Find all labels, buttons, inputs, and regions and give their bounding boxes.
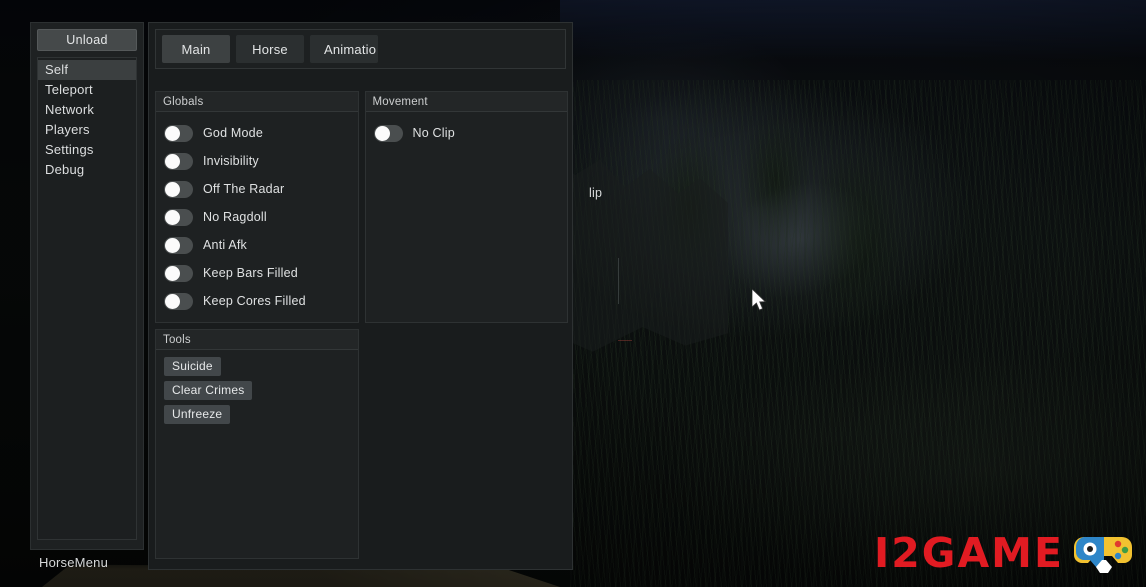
toggle-switch-keep-cores-filled[interactable] (164, 292, 193, 310)
toggle-keep-cores-filled[interactable]: Keep Cores Filled (156, 287, 358, 315)
toggle-switch-invisibility[interactable] (164, 152, 193, 170)
screen-root: lip Unload Self Teleport Network Players… (0, 0, 1146, 587)
toggle-knob (374, 125, 390, 141)
tools-panel-body: Suicide Clear Crimes Unfreeze (156, 350, 358, 558)
toggle-knob (165, 153, 180, 169)
toggle-switch-anti-afk[interactable] (164, 236, 193, 254)
sidebar-item-self[interactable]: Self (38, 60, 136, 80)
sidebar-item-teleport[interactable]: Teleport (38, 80, 136, 100)
background-sky (560, 0, 1146, 60)
sidebar-item-debug[interactable]: Debug (38, 160, 136, 180)
tools-panel-header: Tools (156, 330, 358, 350)
toggle-knob (165, 181, 180, 197)
globals-panel: Globals God Mode Invisibility Off The Ra… (155, 91, 359, 323)
unload-button[interactable]: Unload (37, 29, 137, 51)
toggle-label: Keep Bars Filled (203, 266, 298, 280)
sidebar-item-players[interactable]: Players (38, 120, 136, 140)
toggle-switch-keep-bars-filled[interactable] (164, 264, 193, 282)
toggle-switch-off-the-radar[interactable] (164, 180, 193, 198)
toggle-no-clip[interactable]: No Clip (366, 119, 568, 147)
toggle-switch-no-clip[interactable] (373, 124, 403, 142)
unfreeze-button[interactable]: Unfreeze (164, 405, 231, 424)
suicide-button[interactable]: Suicide (164, 357, 221, 376)
toggle-knob (165, 293, 180, 309)
globals-panel-body: God Mode Invisibility Off The Radar No R… (156, 112, 358, 322)
toggle-invisibility[interactable]: Invisibility (156, 147, 358, 175)
toggle-knob (165, 265, 180, 281)
toggle-knob (165, 209, 180, 225)
toggle-knob (165, 237, 180, 253)
tools-panel: Tools Suicide Clear Crimes Unfreeze (155, 329, 359, 559)
menu-title-label: HorseMenu (39, 555, 108, 570)
movement-panel: Movement No Clip (364, 91, 568, 323)
movement-panel-header: Movement (365, 92, 567, 112)
toggle-god-mode[interactable]: God Mode (156, 119, 358, 147)
panels-row: Globals God Mode Invisibility Off The Ra… (155, 91, 568, 559)
toggle-label: No Clip (412, 126, 455, 140)
toggle-anti-afk[interactable]: Anti Afk (156, 231, 358, 259)
globals-panel-header: Globals (156, 92, 358, 112)
tab-main[interactable]: Main (162, 35, 230, 63)
background-foliage (570, 80, 1146, 587)
sidebar-item-network[interactable]: Network (38, 100, 136, 120)
sidebar-panel: Unload Self Teleport Network Players Set… (30, 22, 144, 570)
toggle-knob (165, 125, 180, 141)
toggle-label: Invisibility (203, 154, 259, 168)
toggle-label: Anti Afk (203, 238, 247, 252)
sidebar-item-settings[interactable]: Settings (38, 140, 136, 160)
movement-panel-body: No Clip (366, 112, 568, 322)
toggle-label: Keep Cores Filled (203, 294, 306, 308)
clear-crimes-button[interactable]: Clear Crimes (164, 381, 253, 400)
toggle-label: No Ragdoll (203, 210, 267, 224)
content-panel: Main Horse Animations Globals God Mode (148, 22, 573, 570)
left-panel-column: Globals God Mode Invisibility Off The Ra… (155, 91, 359, 559)
toggle-switch-god-mode[interactable] (164, 124, 193, 142)
toggle-keep-bars-filled[interactable]: Keep Bars Filled (156, 259, 358, 287)
tab-horse[interactable]: Horse (236, 35, 304, 63)
sidebar-nav-list: Self Teleport Network Players Settings D… (37, 57, 137, 540)
tab-bar: Main Horse Animations (155, 29, 566, 69)
horse-menu-window: Unload Self Teleport Network Players Set… (28, 20, 573, 572)
tab-animations[interactable]: Animations (310, 35, 378, 63)
toggle-no-ragdoll[interactable]: No Ragdoll (156, 203, 358, 231)
toggle-label: God Mode (203, 126, 263, 140)
toggle-label: Off The Radar (203, 182, 285, 196)
toggle-switch-no-ragdoll[interactable] (164, 208, 193, 226)
toggle-off-the-radar[interactable]: Off The Radar (156, 175, 358, 203)
